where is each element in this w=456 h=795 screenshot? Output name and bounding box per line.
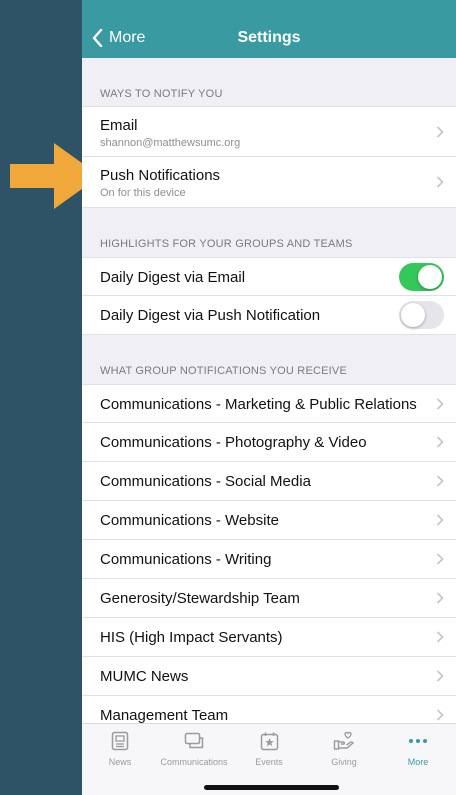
chevron-right-icon [436, 631, 444, 643]
news-icon [83, 730, 157, 752]
group-name: HIS (High Impact Servants) [100, 629, 283, 646]
chevron-right-icon [436, 475, 444, 487]
push-notifications-status: On for this device [100, 187, 186, 199]
tab-label: More [407, 757, 429, 767]
group-name: Management Team [100, 707, 229, 724]
tab-more[interactable]: More [381, 730, 455, 767]
tab-label: Communications [160, 757, 228, 767]
group-name: Generosity/Stewardship Team [100, 590, 300, 607]
chevron-right-icon [436, 592, 444, 604]
group-row[interactable]: Communications - Social Media [82, 462, 456, 501]
chevron-right-icon [436, 398, 444, 410]
group-row[interactable]: Generosity/Stewardship Team [82, 579, 456, 618]
home-indicator [204, 785, 339, 790]
daily-digest-push-toggle[interactable] [399, 301, 444, 329]
daily-digest-email-toggle[interactable] [399, 263, 444, 291]
tab-giving[interactable]: Giving [307, 730, 381, 767]
tab-label: Giving [331, 757, 357, 767]
chevron-right-icon [436, 176, 444, 188]
push-notifications-title: Push Notifications [100, 167, 221, 184]
tab-news[interactable]: News [83, 730, 157, 767]
email-address: shannon@matthewsumc.org [100, 137, 241, 149]
chevron-right-icon [436, 709, 444, 721]
group-row[interactable]: Communications - Photography & Video [82, 423, 456, 462]
group-row[interactable]: Communications - Marketing & Public Rela… [82, 384, 456, 423]
group-name: Communications - Photography & Video [100, 434, 367, 451]
phone-screen: More Settings WAYS TO NOTIFY YOU Email s… [82, 0, 456, 795]
section-header-highlights: HIGHLIGHTS FOR YOUR GROUPS AND TEAMS [100, 238, 353, 250]
group-name: Communications - Social Media [100, 473, 311, 490]
group-row[interactable]: Communications - Website [82, 501, 456, 540]
group-row[interactable]: MUMC News [82, 657, 456, 696]
more-dots-icon [381, 730, 455, 752]
giving-hand-icon [307, 730, 381, 752]
chevron-right-icon [436, 670, 444, 682]
email-row[interactable]: Email shannon@matthewsumc.org [82, 106, 456, 157]
group-row[interactable]: Communications - Writing [82, 540, 456, 579]
daily-digest-email-row: Daily Digest via Email [82, 257, 456, 296]
group-name: MUMC News [100, 668, 189, 685]
chevron-right-icon [436, 126, 444, 138]
tab-label: Events [255, 757, 283, 767]
tab-communications[interactable]: Communications [157, 730, 231, 767]
group-row[interactable]: HIS (High Impact Servants) [82, 618, 456, 657]
email-title: Email [100, 117, 138, 134]
page-title: Settings [237, 29, 301, 46]
chevron-right-icon [436, 436, 444, 448]
daily-digest-email-label: Daily Digest via Email [100, 269, 246, 286]
chevron-right-icon [436, 553, 444, 565]
push-notifications-row[interactable]: Push Notifications On for this device [82, 157, 456, 208]
tab-label: News [108, 757, 132, 767]
group-name: Communications - Website [100, 512, 279, 529]
chevron-right-icon [436, 514, 444, 526]
daily-digest-push-row: Daily Digest via Push Notification [82, 296, 456, 335]
chat-icon [157, 730, 231, 752]
group-name: Communications - Writing [100, 551, 272, 568]
daily-digest-push-label: Daily Digest via Push Notification [100, 307, 321, 324]
section-header-groups: WHAT GROUP NOTIFICATIONS YOU RECEIVE [100, 365, 347, 377]
group-name: Communications - Marketing & Public Rela… [100, 396, 417, 413]
navigation-bar: More Settings [82, 0, 456, 58]
calendar-star-icon [232, 730, 306, 752]
section-header-notify: WAYS TO NOTIFY YOU [100, 88, 223, 100]
tab-events[interactable]: Events [232, 730, 306, 767]
